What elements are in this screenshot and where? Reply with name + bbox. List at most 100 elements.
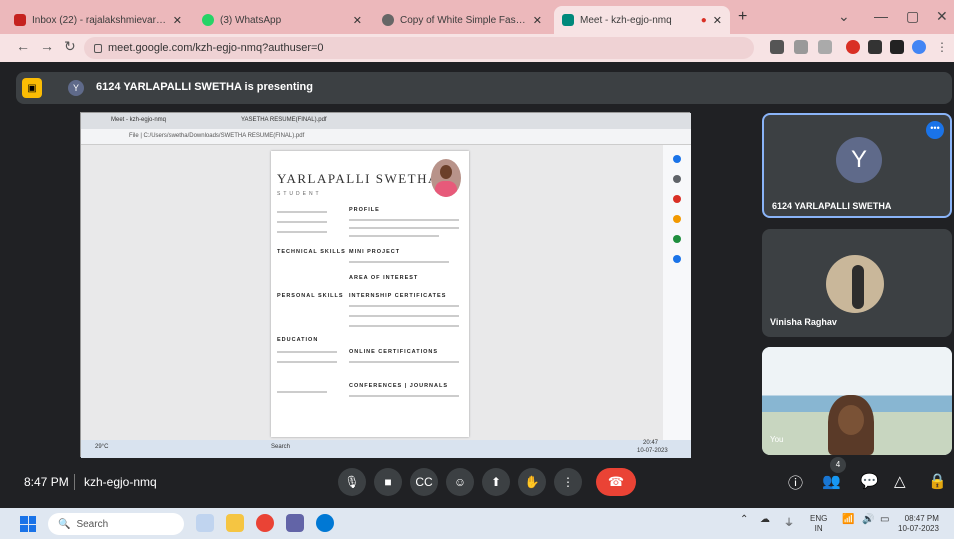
sidebar-icon[interactable] [673,195,681,203]
divider [74,474,75,490]
new-tab-button[interactable]: + [738,8,747,26]
captions-icon: CC [415,475,433,489]
microphone-button[interactable]: 🎙 [338,468,366,496]
text-line [349,227,459,229]
resume-section-online: ONLINE CERTIFICATIONS [349,349,439,355]
participant-tile-self[interactable]: You [762,347,952,455]
emoji-icon: ☺ [453,475,467,489]
activities-icon[interactable]: △ [894,472,906,490]
participant-avatar: Y [836,137,882,183]
battery-icon[interactable]: ▭ [880,514,889,525]
forward-button[interactable]: → [40,38,54,54]
shared-weather: 29°C [95,444,109,450]
extensions-puzzle-icon[interactable] [868,40,882,54]
reload-button[interactable]: ↻ [64,38,76,55]
extension-icon[interactable] [846,40,860,54]
text-line [349,325,459,327]
side-panel-icon[interactable] [890,40,904,54]
share-icon[interactable] [794,40,808,54]
maximize-button[interactable]: ▢ [906,8,919,25]
system-clock[interactable]: 08:47 PM 10-07-2023 [898,514,939,534]
clock-date: 10-07-2023 [898,524,939,533]
camera-button[interactable]: ■ [374,468,402,496]
menu-kebab-icon[interactable]: ⋮ [936,40,950,54]
back-button[interactable]: ← [16,38,30,54]
tab-gmail[interactable]: Inbox (22) - rajalakshmievar@m ✕ [6,6,190,34]
camera-icon[interactable] [770,40,784,54]
resume-section-technical: TECHNICAL SKILLS [277,249,346,255]
chat-icon[interactable]: 💬 [860,472,879,490]
close-tab-icon[interactable]: ✕ [353,14,362,27]
more-options-button[interactable]: ⋮ [554,468,582,496]
more-options-icon[interactable]: ••• [926,121,944,139]
shared-date: 10-07-2023 [637,448,668,454]
divider [277,221,327,223]
shared-taskbar: 29°C Search 20:47 10-07-2023 [81,440,691,458]
people-icon[interactable]: 👥 [822,472,841,490]
sidebar-icon[interactable] [673,255,681,263]
raise-hand-button[interactable]: ✋ [518,468,546,496]
close-tab-icon[interactable]: ✕ [173,14,182,27]
resume-photo [431,159,461,197]
resume-section-interest: AREA OF INTEREST [349,275,419,281]
sidebar-icon[interactable] [673,175,681,183]
participant-count-badge: 4 [830,457,846,473]
sidebar-icon[interactable] [673,215,681,223]
close-window-button[interactable]: ✕ [936,8,948,25]
profile-avatar[interactable] [912,40,926,54]
sidebar-icon[interactable] [673,235,681,243]
usb-icon[interactable]: ⏚ [784,514,794,529]
reactions-button[interactable]: ☺ [446,468,474,496]
tab-search-icon[interactable]: ⌄ [838,8,850,25]
host-controls-icon[interactable]: 🔒 [928,472,947,490]
url-field[interactable]: meet.google.com/kzh-egjo-nmq?authuser=0 [84,37,754,59]
windows-start-icon[interactable] [20,516,36,532]
shared-url: File | C:/Users/swetha/Downloads/SWETHA … [129,133,305,139]
minimize-button[interactable]: — [874,8,888,24]
divider [277,231,327,233]
resume-section-internship: INTERNSHIP CERTIFICATES [349,293,447,299]
participant-tile-presenter[interactable]: ••• Y 6124 YARLAPALLI SWETHA [762,113,952,218]
resume-section-profile: PROFILE [349,207,380,213]
volume-icon[interactable]: 🔊 [862,514,874,525]
tab-whatsapp[interactable]: (3) WhatsApp ✕ [194,6,370,34]
tray-overflow-icon[interactable]: ⌃ [740,514,748,525]
file-explorer-icon[interactable] [226,514,244,532]
resume-name: YARLAPALLI SWETHA [277,171,439,186]
kebab-icon: ⋮ [562,475,574,489]
wifi-icon[interactable]: 📶 [842,514,854,525]
participant-name: 6124 YARLAPALLI SWETHA [772,201,892,211]
edge-sidebar [663,145,691,440]
text-line [349,315,459,317]
meeting-details-icon[interactable]: ⓘ [788,472,803,493]
whatsapp-icon [202,14,214,26]
shared-tab-strip: Meet - kzh-egjo-nmq YASETHA RESUME(FINAL… [81,113,691,129]
resume-section-personal: PERSONAL SKILLS [277,293,344,299]
captions-button[interactable]: CC [410,468,438,496]
language-indicator[interactable]: ENG IN [810,514,827,534]
onedrive-icon[interactable]: ☁ [760,514,770,525]
sidebar-icon[interactable] [673,155,681,163]
phone-hangup-icon: ☎ [607,474,625,489]
presenter-avatar: Y [68,80,84,96]
tab-canva[interactable]: Copy of White Simple Fashion D ✕ [374,6,550,34]
shared-tab-meet: Meet - kzh-egjo-nmq [111,117,167,123]
edge-icon[interactable] [316,514,334,532]
participant-tile-vinisha[interactable]: Vinisha Raghav [762,229,952,337]
close-tab-icon[interactable]: ✕ [533,14,542,27]
hand-icon: ✋ [524,475,540,489]
teams-icon[interactable] [286,514,304,532]
close-tab-icon[interactable]: ✕ [713,14,722,27]
taskbar-widgets-icon[interactable] [196,514,214,532]
taskbar-search-label: Search [76,518,109,530]
bookmark-star-icon[interactable] [818,40,832,54]
tab-meet[interactable]: Meet - kzh-egjo-nmq ● ✕ [554,6,730,34]
resume-section-education: EDUCATION [277,337,319,343]
present-button[interactable]: ⬆ [482,468,510,496]
chrome-icon[interactable] [256,514,274,532]
taskbar-search[interactable]: 🔍 Search [48,513,184,535]
leave-call-button[interactable]: ☎ [596,468,636,496]
presentation-icon[interactable]: ▣ [22,78,42,98]
search-icon: 🔍 [58,518,71,530]
pdf-viewer: YARLAPALLI SWETHA STUDENT TECHNICAL SKIL… [81,145,691,440]
